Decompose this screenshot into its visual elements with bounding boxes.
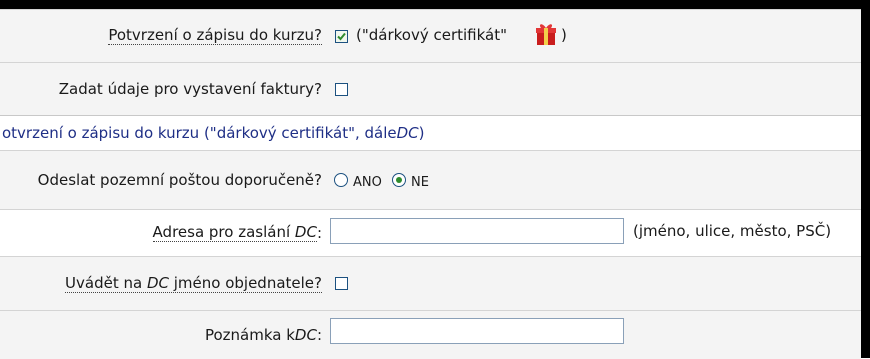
post-yes-label: ANO [353, 175, 382, 190]
enrollment-confirmation-label: Potvrzení o zápisu do kurzu? [108, 26, 322, 45]
dc-note-label: Poznámka k DC: [204, 326, 322, 344]
dc-orderer-name-label: Uvádět na DC jméno objednatele? [65, 273, 322, 293]
enrollment-confirmation-checkbox[interactable] [335, 30, 348, 43]
invoice-row: Zadat údaje pro vystavení faktury? [0, 62, 861, 115]
dc-address-input[interactable] [330, 218, 624, 244]
dc-address-label: Adresa pro zaslání DC: [152, 223, 322, 242]
invoice-label: Zadat údaje pro vystavení faktury? [58, 80, 322, 98]
post-no-radio[interactable] [392, 173, 406, 187]
dc-section-header: otvrzení o zápisu do kurzu ("dárkový cer… [0, 115, 861, 151]
window-frame-top [0, 0, 870, 9]
gift-certificate-note-close: ) [561, 26, 567, 44]
invoice-checkbox[interactable] [335, 83, 348, 96]
dc-address-hint: (jméno, ulice, město, PSČ) [633, 222, 832, 240]
dc-orderer-name-checkbox[interactable] [335, 277, 348, 290]
gift-certificate-note: ("dárkový certifikát" [356, 26, 508, 44]
post-delivery-label: Odeslat pozemní poštou doporučeně? [37, 171, 322, 189]
dc-note-row: Poznámka k DC: [0, 310, 861, 359]
post-delivery-row: Odeslat pozemní poštou doporučeně? ANO N… [0, 150, 861, 209]
dc-section-title: otvrzení o zápisu do kurzu ("dárkový cer… [2, 124, 425, 142]
dc-note-input[interactable] [330, 318, 624, 344]
checkmark-icon [337, 32, 346, 41]
window-frame-right [861, 0, 870, 358]
gift-icon [536, 24, 556, 45]
enrollment-confirmation-row: Potvrzení o zápisu do kurzu? ("dárkový c… [0, 9, 861, 62]
dc-address-row: Adresa pro zaslání DC: (jméno, ulice, mě… [0, 209, 861, 256]
post-yes-radio[interactable] [334, 173, 348, 187]
post-no-label: NE [411, 175, 429, 190]
dc-orderer-name-row: Uvádět na DC jméno objednatele? [0, 256, 861, 310]
